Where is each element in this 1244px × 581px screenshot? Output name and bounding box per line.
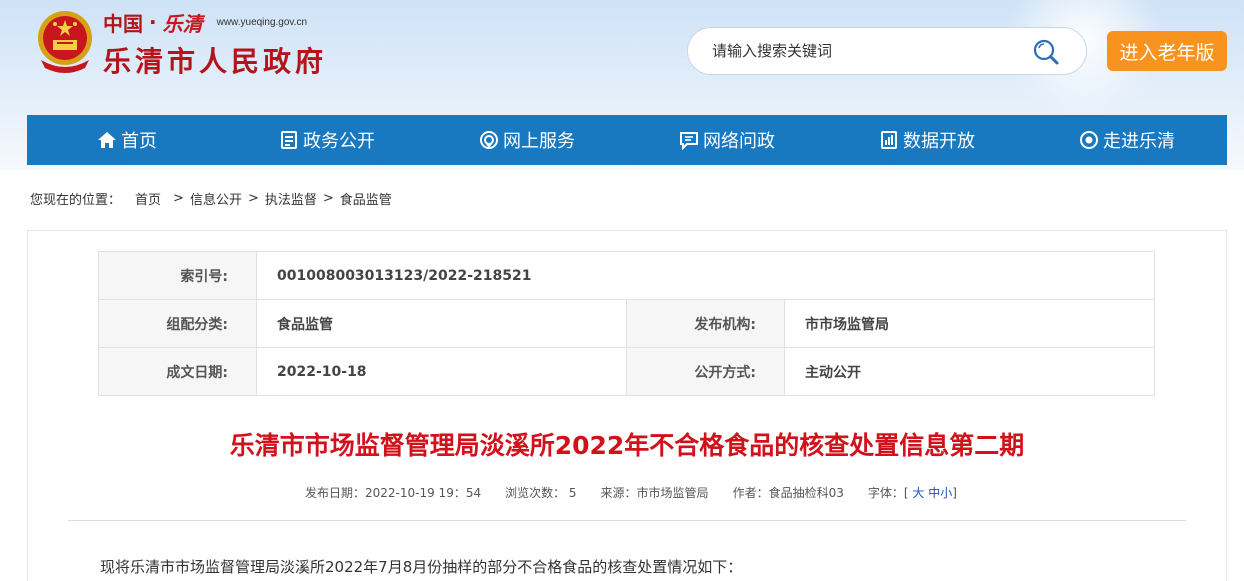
nav-item-home[interactable]: 首页 bbox=[27, 115, 227, 165]
logo-url: www.yueqing.gov.cn bbox=[216, 16, 308, 28]
font-size-open-bracket: [ bbox=[903, 486, 909, 500]
article-intro-paragraph: 现将乐清市市场监督管理局淡溪所2022年7月8月份抽样的部分不合格食品的核查处置… bbox=[100, 558, 743, 576]
nav-item-open-data[interactable]: 数据开放 bbox=[827, 115, 1027, 165]
metadata-table: 索引号: 001008003013123/2022-218521 组配分类: 食… bbox=[98, 251, 1155, 396]
publisher-label: 发布机构: bbox=[626, 299, 785, 348]
main-nav: 首页 政务公开 网上服务 网络问政 数据开放 走进乐清 bbox=[27, 115, 1227, 165]
article-author: 作者：食品抽检科03 bbox=[732, 486, 844, 500]
date-value: 2022-10-18 bbox=[256, 347, 627, 396]
font-size-close-bracket: ] bbox=[952, 486, 957, 500]
nav-item-gov-affairs[interactable]: 政务公开 bbox=[227, 115, 427, 165]
national-emblem-icon bbox=[38, 11, 92, 73]
nav-item-about-yueqing[interactable]: 走进乐清 bbox=[1027, 115, 1227, 165]
nav-item-online-inquiry[interactable]: 网络问政 bbox=[627, 115, 827, 165]
article-title: 乐清市市场监督管理局淡溪所2022年不合格食品的核查处置信息第二期 bbox=[229, 431, 1025, 460]
breadcrumb: 您现在的位置： 首页 > 信息公开 > 执法监督 > 食品监管 bbox=[30, 189, 392, 208]
search-input[interactable] bbox=[712, 42, 1032, 60]
article-info: 发布日期：2022-10-19 19：54 浏览次数： 5 来源：市市场监管局 … bbox=[305, 484, 957, 501]
category-label: 组配分类: bbox=[98, 299, 257, 348]
font-size-switcher: 字体：[ 大 中小] bbox=[868, 484, 957, 501]
index-value: 001008003013123/2022-218521 bbox=[256, 251, 1155, 300]
breadcrumb-item-home[interactable]: 首页 bbox=[135, 189, 161, 208]
nav-label: 首页 bbox=[121, 131, 157, 152]
chat-icon bbox=[680, 132, 698, 150]
service-icon bbox=[480, 131, 498, 149]
eye-icon bbox=[1080, 131, 1098, 149]
table-row: 组配分类: 食品监管 发布机构: 市市场监管局 bbox=[98, 299, 1155, 348]
method-label: 公开方式: bbox=[626, 347, 785, 396]
view-count: 浏览次数： 5 bbox=[505, 486, 577, 500]
document-icon bbox=[281, 131, 297, 149]
table-row: 索引号: 001008003013123/2022-218521 bbox=[98, 251, 1155, 300]
nav-label: 走进乐清 bbox=[1103, 131, 1175, 152]
font-size-label: 字体： bbox=[867, 486, 904, 500]
breadcrumb-item-enforcement[interactable]: 执法监督 bbox=[265, 189, 317, 208]
search-box bbox=[687, 27, 1087, 75]
method-value: 主动公开 bbox=[784, 347, 1155, 396]
logo-dot: · bbox=[149, 10, 157, 34]
breadcrumb-item-food[interactable]: 食品监管 bbox=[340, 189, 392, 208]
publisher-value: 市市场监管局 bbox=[784, 299, 1155, 348]
table-row: 成文日期: 2022-10-18 公开方式: 主动公开 bbox=[98, 347, 1155, 396]
nav-label: 网上服务 bbox=[503, 131, 575, 152]
logo-country: 中国 bbox=[103, 11, 143, 36]
breadcrumb-prefix: 您现在的位置： bbox=[30, 193, 122, 208]
site-name[interactable]: 乐清市人民政府 bbox=[103, 40, 327, 80]
home-icon bbox=[98, 132, 116, 148]
breadcrumb-sep: > bbox=[173, 191, 184, 206]
font-size-small-link[interactable]: 小 bbox=[940, 486, 952, 500]
article-source: 来源：市市场监管局 bbox=[600, 486, 709, 500]
elder-mode-button[interactable]: 进入老年版 bbox=[1107, 31, 1227, 71]
divider bbox=[68, 520, 1186, 521]
nav-label: 政务公开 bbox=[303, 131, 375, 152]
font-size-large-link[interactable]: 大 bbox=[912, 486, 924, 500]
breadcrumb-item-info[interactable]: 信息公开 bbox=[190, 189, 242, 208]
logo-title-row: 中国 · 乐清 www.yueqing.gov.cn bbox=[103, 8, 307, 36]
publish-date: 发布日期：2022-10-19 19：54 bbox=[305, 486, 482, 500]
nav-label: 数据开放 bbox=[903, 131, 975, 152]
font-size-medium-link[interactable]: 中 bbox=[928, 486, 940, 500]
breadcrumb-sep: > bbox=[322, 191, 334, 206]
logo-city-script: 乐清 bbox=[162, 11, 203, 36]
index-label: 索引号: bbox=[98, 251, 257, 300]
date-label: 成文日期: bbox=[98, 347, 257, 396]
category-value: 食品监管 bbox=[256, 299, 627, 348]
search-icon[interactable] bbox=[1032, 38, 1060, 66]
breadcrumb-sep: > bbox=[247, 191, 259, 206]
data-icon bbox=[881, 131, 897, 149]
nav-label: 网络问政 bbox=[703, 131, 775, 152]
nav-item-online-service[interactable]: 网上服务 bbox=[427, 115, 627, 165]
